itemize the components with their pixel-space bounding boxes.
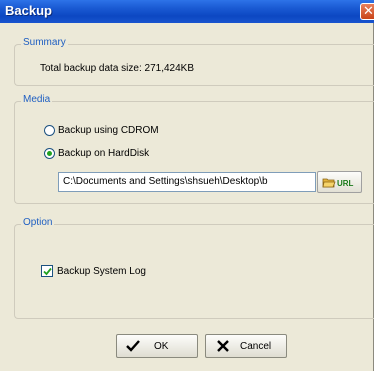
summary-group: Summary Total backup data size: 271,424K… bbox=[14, 37, 374, 86]
browse-url-button[interactable]: URL bbox=[317, 171, 362, 193]
close-button[interactable]: ✕ bbox=[360, 3, 374, 20]
backup-harddisk-radio[interactable] bbox=[44, 148, 55, 159]
radio-dot bbox=[47, 151, 52, 156]
folder-url-icon: URL bbox=[322, 178, 354, 188]
backup-cdrom-radio[interactable] bbox=[44, 125, 55, 136]
backup-system-log-checkbox[interactable] bbox=[41, 265, 53, 277]
ok-label: OK bbox=[154, 341, 169, 352]
url-icon-text: URL bbox=[337, 179, 354, 188]
summary-legend: Summary bbox=[21, 37, 68, 48]
backup-cdrom-label[interactable]: Backup using CDROM bbox=[58, 125, 159, 136]
x-icon bbox=[217, 340, 229, 352]
title-bar[interactable]: Backup ✕ bbox=[0, 0, 374, 23]
media-legend: Media bbox=[21, 94, 53, 105]
option-legend: Option bbox=[21, 217, 55, 228]
backup-dialog: Backup ✕ Summary Total backup data size:… bbox=[0, 0, 374, 371]
close-icon: ✕ bbox=[363, 3, 374, 18]
backup-path-field[interactable]: C:\Documents and Settings\shsueh\Desktop… bbox=[58, 172, 316, 192]
cancel-label: Cancel bbox=[240, 341, 272, 352]
window-title: Backup bbox=[5, 3, 52, 18]
cancel-button[interactable]: Cancel bbox=[205, 334, 287, 358]
checkmark-icon bbox=[43, 267, 52, 276]
check-icon bbox=[126, 340, 140, 352]
backup-harddisk-label[interactable]: Backup on HardDisk bbox=[58, 148, 149, 159]
ok-button[interactable]: OK bbox=[116, 334, 198, 358]
backup-system-log-label[interactable]: Backup System Log bbox=[57, 266, 146, 277]
total-size-text: Total backup data size: 271,424KB bbox=[40, 63, 194, 74]
